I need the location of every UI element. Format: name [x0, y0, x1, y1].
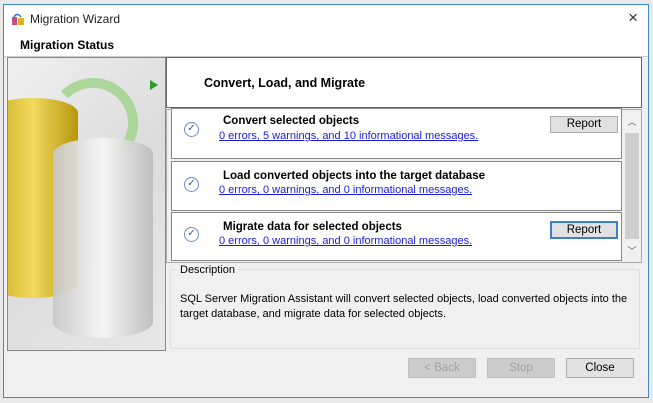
report-button[interactable]: Report	[550, 221, 618, 239]
back-button[interactable]: < Back	[408, 358, 476, 378]
description-text: SQL Server Migration Assistant will conv…	[180, 293, 628, 320]
scroll-down-icon[interactable]: ﹀	[624, 244, 640, 257]
wizard-illustration	[7, 57, 166, 351]
step-summary-link[interactable]: 0 errors, 0 warnings, and 0 informationa…	[219, 184, 472, 196]
step-item-migrate: ✓ Migrate data for selected objects 0 er…	[171, 212, 622, 261]
description-label: Description	[177, 264, 239, 276]
migration-wizard-window: Migration Wizard × Migration Status Conv…	[3, 4, 649, 398]
check-icon: ✓	[184, 227, 199, 242]
step-summary-link[interactable]: 0 errors, 0 warnings, and 0 informationa…	[219, 235, 472, 247]
page-header: Migration Status	[4, 33, 648, 57]
scroll-up-icon[interactable]: ︿	[624, 115, 640, 128]
step-name: Load converted objects into the target d…	[223, 170, 485, 182]
close-icon[interactable]: ×	[628, 8, 638, 28]
window-title: Migration Wizard	[30, 12, 121, 26]
check-icon: ✓	[184, 122, 199, 137]
step-list: ✓ Convert selected objects 0 errors, 5 w…	[166, 108, 642, 263]
close-button[interactable]: Close	[566, 358, 634, 378]
step-name: Migrate data for selected objects	[223, 221, 402, 233]
report-button[interactable]: Report	[550, 116, 618, 133]
app-icon	[12, 13, 24, 25]
description-group: Description SQL Server Migration Assista…	[170, 264, 640, 349]
vertical-scrollbar[interactable]: ︿ ﹀	[624, 111, 640, 261]
step-summary-link[interactable]: 0 errors, 5 warnings, and 10 information…	[219, 130, 478, 142]
step-item-convert: ✓ Convert selected objects 0 errors, 5 w…	[171, 108, 622, 159]
step-header: Convert, Load, and Migrate	[166, 57, 642, 108]
check-icon: ✓	[184, 177, 199, 192]
stop-button[interactable]: Stop	[487, 358, 555, 378]
title-bar: Migration Wizard ×	[4, 5, 648, 33]
page-title: Migration Status	[20, 38, 115, 52]
current-step-arrow-icon	[150, 80, 158, 90]
step-name: Convert selected objects	[223, 115, 360, 127]
scrollbar-thumb[interactable]	[625, 133, 639, 239]
gray-cylinder-graphic	[53, 138, 153, 338]
step-item-load: ✓ Load converted objects into the target…	[171, 161, 622, 211]
step-title: Convert, Load, and Migrate	[204, 76, 366, 90]
